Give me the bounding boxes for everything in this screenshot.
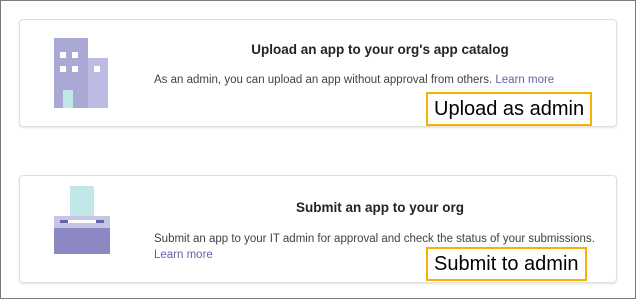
- upload-as-admin-callout: Upload as admin: [426, 92, 593, 126]
- building-icon: [54, 38, 108, 108]
- submit-to-admin-callout: Submit to admin: [426, 247, 587, 281]
- learn-more-link[interactable]: Learn more: [154, 249, 213, 261]
- learn-more-link[interactable]: Learn more: [495, 74, 554, 86]
- dialog-frame: Upload an app to your org's app catalog …: [0, 0, 636, 299]
- card-description: As an admin, you can upload an app witho…: [154, 72, 604, 88]
- submit-box-icon: [54, 186, 110, 254]
- description-text: As an admin, you can upload an app witho…: [154, 74, 493, 86]
- card-title: Upload an app to your org's app catalog: [251, 42, 509, 57]
- card-title: Submit an app to your org: [296, 200, 464, 215]
- description-text: Submit an app to your IT admin for appro…: [154, 233, 595, 245]
